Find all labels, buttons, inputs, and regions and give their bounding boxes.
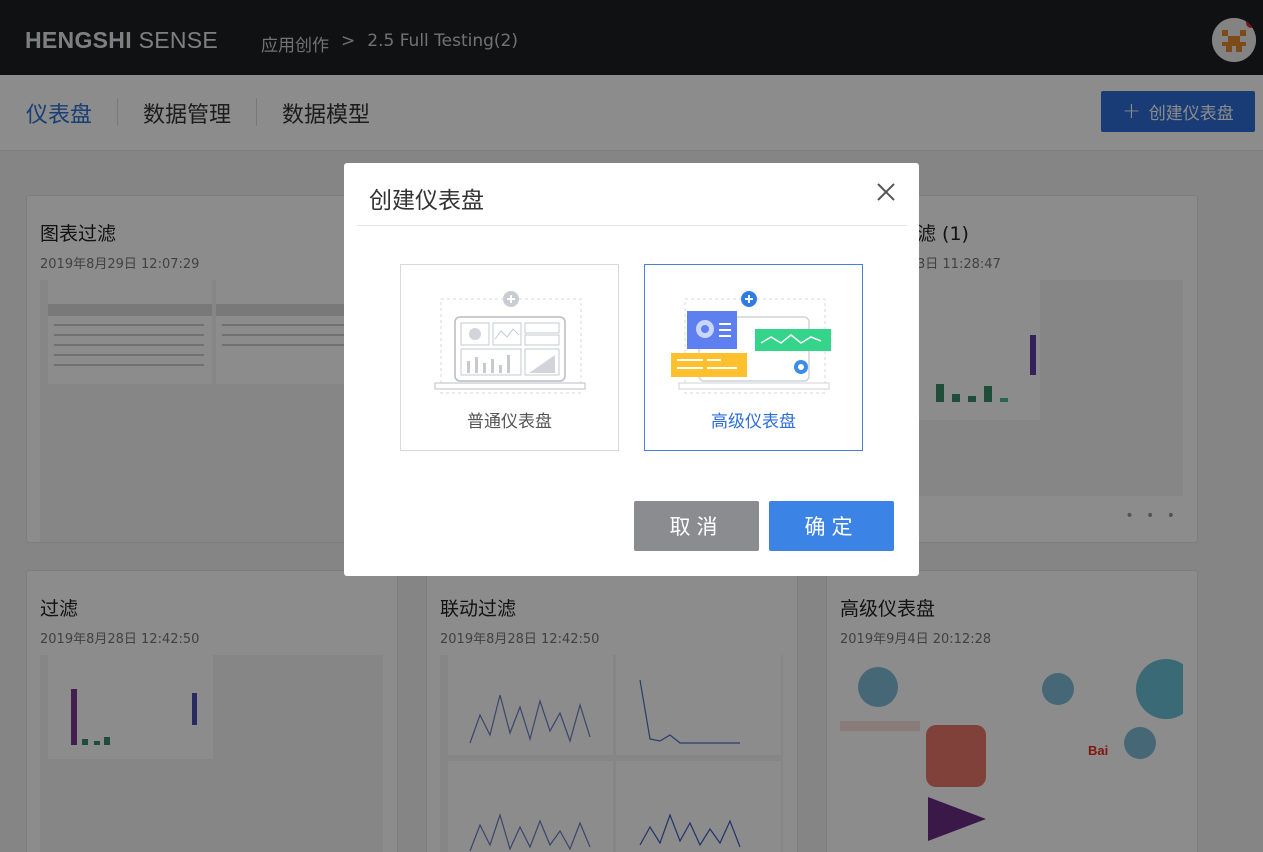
dialog-divider [357,225,907,226]
advanced-dashboard-option[interactable]: 高级仪表盘 [644,264,863,451]
dialog-title: 创建仪表盘 [369,188,484,214]
close-icon[interactable] [875,181,897,203]
cancel-button[interactable]: 取消 [634,501,759,551]
normal-dashboard-illustration-icon [434,291,586,394]
advanced-dashboard-label: 高级仪表盘 [711,412,796,432]
advanced-dashboard-illustration-icon [671,291,831,394]
create-dashboard-dialog: 创建仪表盘 普通仪表盘 高级仪表盘 取消 确定 [344,163,919,576]
normal-dashboard-label: 普通仪表盘 [467,412,552,432]
confirm-button[interactable]: 确定 [769,501,894,551]
normal-dashboard-option[interactable]: 普通仪表盘 [400,264,619,451]
